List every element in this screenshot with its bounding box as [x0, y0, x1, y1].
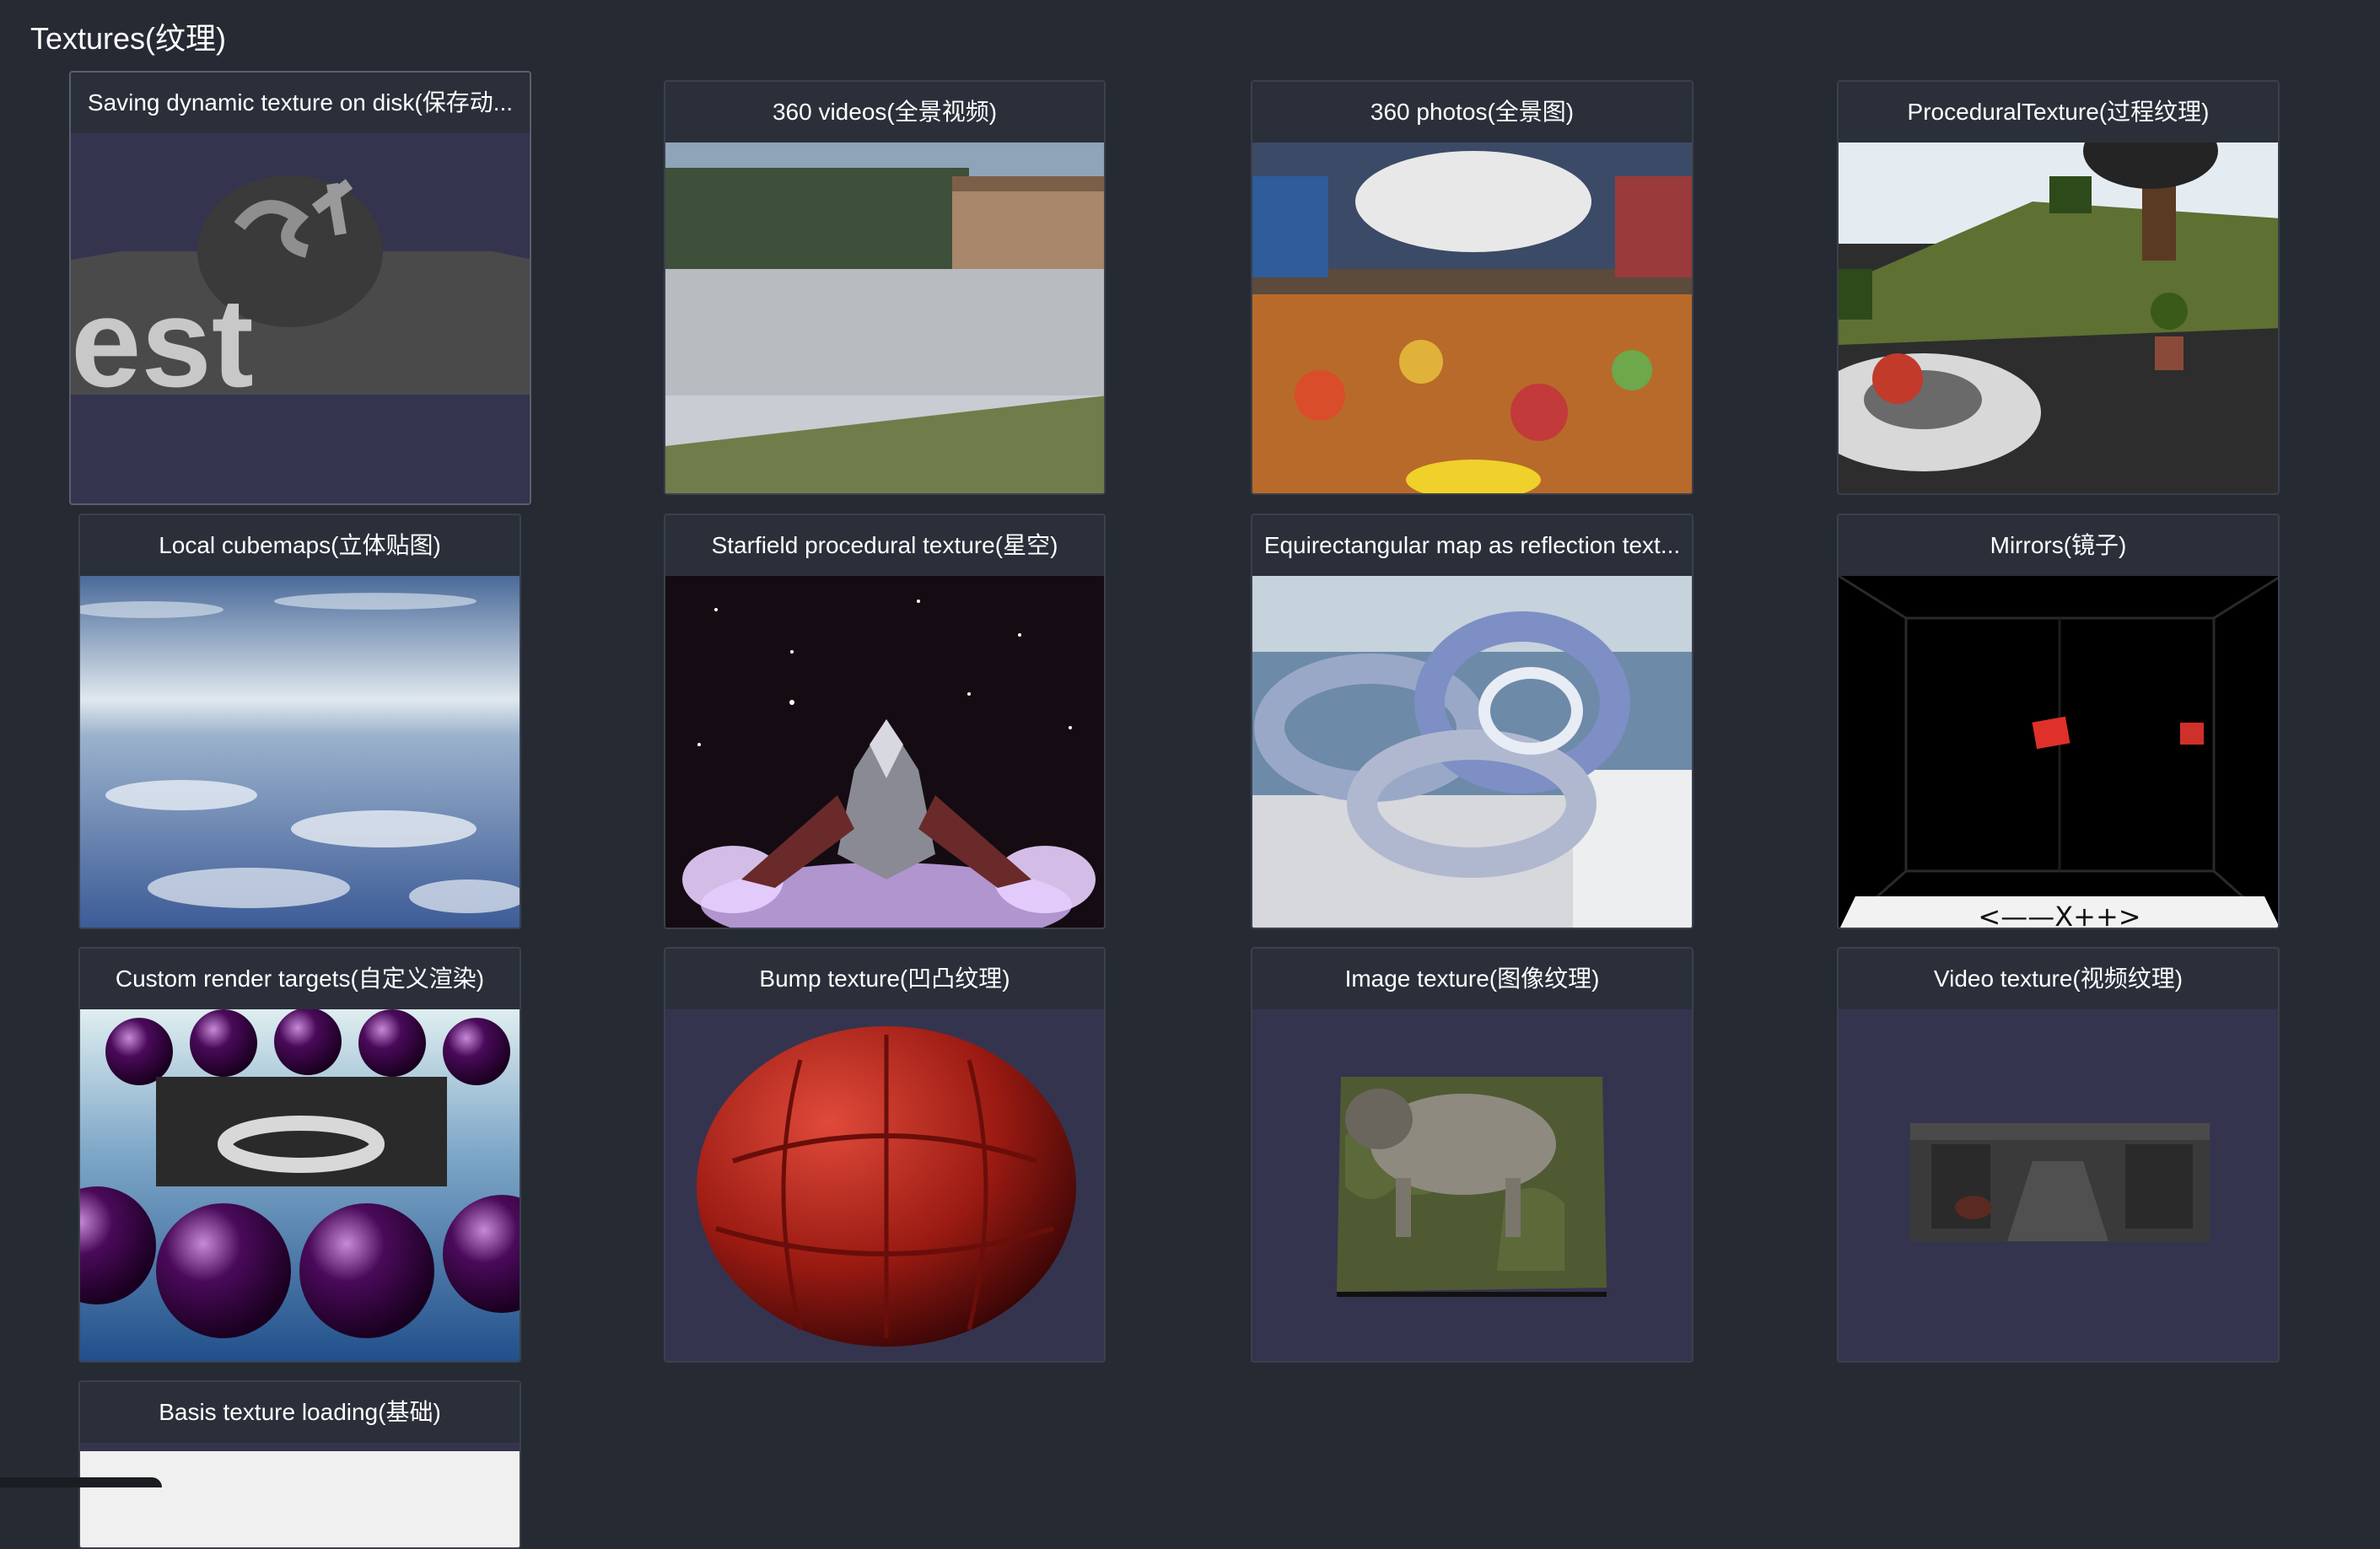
card-title: Equirectangular map as reflection text..… [1252, 515, 1692, 578]
page-title: Textures(纹理) [30, 21, 227, 56]
reflection-torus-knot-preview [1252, 576, 1692, 928]
card-title: Video texture(视频纹理) [1839, 949, 2278, 1011]
card-starfield-procedural-texture[interactable]: Starfield procedural texture(星空) [664, 514, 1106, 929]
card-bump-texture[interactable]: Bump texture(凹凸纹理) [664, 947, 1106, 1363]
panorama-photo-preview [1252, 143, 1692, 493]
card-custom-render-targets[interactable]: Custom render targets(自定义渲染) [78, 947, 521, 1363]
card-title: Basis texture loading(基础) [80, 1382, 520, 1444]
card-title: 360 photos(全景图) [1252, 82, 1692, 144]
svg-text:<——X++>: <——X++> [1978, 901, 2140, 928]
card-title: ProceduralTexture(过程纹理) [1839, 82, 2278, 144]
cubemap-sky-preview [80, 576, 520, 928]
basis-texture-preview [80, 1443, 520, 1547]
card-saving-dynamic-texture[interactable]: Saving dynamic texture on disk(保存动... es… [69, 71, 531, 505]
card-title: Mirrors(镜子) [1839, 515, 2278, 578]
starfield-spaceship-preview [665, 576, 1104, 928]
card-title: Starfield procedural texture(星空) [665, 515, 1104, 578]
card-title: Custom render targets(自定义渲染) [80, 949, 520, 1011]
card-video-texture[interactable]: Video texture(视频纹理) [1837, 947, 2280, 1363]
card-basis-texture-loading[interactable]: Basis texture loading(基础) [78, 1380, 521, 1549]
panorama-video-preview [665, 143, 1104, 493]
card-mirrors[interactable]: Mirrors(镜子) <——X++> [1837, 514, 2280, 929]
svg-text:est: est [71, 272, 254, 413]
card-360-videos[interactable]: 360 videos(全景视频) [664, 80, 1106, 495]
card-title: 360 videos(全景视频) [665, 82, 1104, 144]
dynamic-texture-preview: est [71, 133, 530, 503]
card-title: Image texture(图像纹理) [1252, 949, 1692, 1011]
mirror-room-preview: <——X++> [1839, 576, 2278, 928]
card-title: Bump texture(凹凸纹理) [665, 949, 1104, 1011]
card-procedural-texture[interactable]: ProceduralTexture(过程纹理) [1837, 80, 2280, 495]
status-tooltip-tab [0, 1477, 162, 1487]
bump-sphere-preview [665, 1009, 1104, 1361]
card-title: Saving dynamic texture on disk(保存动... [71, 73, 530, 135]
procedural-texture-preview [1839, 143, 2278, 493]
render-target-spheres-preview [80, 1009, 520, 1361]
card-local-cubemaps[interactable]: Local cubemaps(立体贴图) [78, 514, 521, 929]
card-image-texture[interactable]: Image texture(图像纹理) [1251, 947, 1693, 1363]
card-title: Local cubemaps(立体贴图) [80, 515, 520, 578]
card-equirectangular-reflection[interactable]: Equirectangular map as reflection text..… [1251, 514, 1693, 929]
image-texture-dog-preview [1252, 1009, 1692, 1361]
card-360-photos[interactable]: 360 photos(全景图) [1251, 80, 1693, 495]
video-texture-preview [1839, 1009, 2278, 1361]
